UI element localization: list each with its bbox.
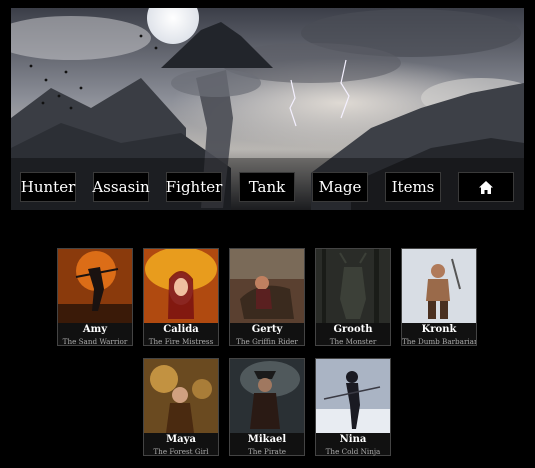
character-card-grooth[interactable]: Grooth The Monster [315,248,391,346]
character-title: The Dumb Barbarian [402,337,476,346]
character-name: Maya [166,434,196,445]
nav-items[interactable]: Items [385,172,441,202]
character-card-kronk[interactable]: Kronk The Dumb Barbarian [401,248,477,346]
nav-fighter[interactable]: Fighter [166,172,222,202]
character-title: The Sand Warrior [62,337,128,346]
character-portrait [144,249,218,323]
nav-assasin[interactable]: Assasin [92,172,150,202]
nav-tank[interactable]: Tank [239,172,295,202]
character-card-amy[interactable]: Amy The Sand Warrior [57,248,133,346]
character-name: Nina [339,434,367,445]
main-nav: Hunter Assasin Fighter Tank Mage Items [11,172,524,202]
character-title: The Pirate [248,447,286,456]
character-name: Calida [163,324,199,335]
character-title: The Fire Mistress [148,337,214,346]
character-card-nina[interactable]: Nina The Cold Ninja [315,358,391,456]
character-portrait [144,359,218,433]
character-card-maya[interactable]: Maya The Forest Girl [143,358,219,456]
character-title: The Cold Ninja [325,447,381,456]
nav-home[interactable] [458,172,514,202]
character-name: Grooth [333,324,373,335]
nav-hunter[interactable]: Hunter [20,172,76,202]
character-name: Kronk [421,324,457,335]
character-name: Amy [82,324,108,335]
character-portrait [230,359,304,433]
home-icon [479,180,493,194]
character-portrait [230,249,304,323]
character-portrait [316,359,390,433]
character-card-gerty[interactable]: Gerty The Griffin Rider [229,248,305,346]
character-title: The Griffin Rider [236,337,298,346]
character-portrait [58,249,132,323]
nav-mage[interactable]: Mage [312,172,368,202]
character-portrait [316,249,390,323]
character-card-calida[interactable]: Calida The Fire Mistress [143,248,219,346]
character-name: Gerty [251,324,283,335]
character-title: The Monster [329,337,377,346]
character-card-mikael[interactable]: Mikael The Pirate [229,358,305,456]
character-name: Mikael [247,434,287,445]
character-portrait [402,249,476,323]
character-title: The Forest Girl [153,447,209,456]
